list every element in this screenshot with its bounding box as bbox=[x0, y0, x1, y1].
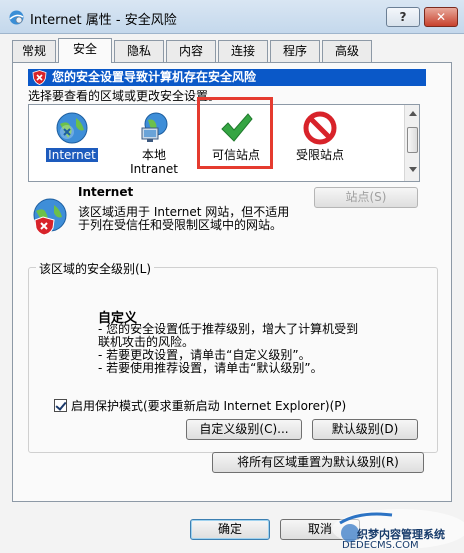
tab-advanced[interactable]: 高级 bbox=[322, 40, 372, 62]
sites-button[interactable]: 站点(S) bbox=[314, 187, 418, 208]
zone-local-label: 本地 bbox=[141, 148, 166, 162]
protected-mode-row[interactable]: 启用保护模式(要求重新启动 Internet Explorer)(P) bbox=[54, 397, 346, 414]
protected-mode-label: 启用保护模式(要求重新启动 Internet Explorer)(P) bbox=[71, 399, 347, 413]
zone-local-intranet[interactable]: 本地 Intranet bbox=[114, 108, 194, 180]
zone-list-scrollbar[interactable] bbox=[404, 105, 419, 181]
window-title: Internet 属性 - 安全风险 bbox=[30, 13, 177, 28]
level-line-4: - 若要使用推荐设置，请单击“默认级别”。 bbox=[98, 361, 323, 375]
custom-level-button[interactable]: 自定义级别(C)... bbox=[186, 419, 302, 440]
tab-security[interactable]: 安全 bbox=[58, 38, 112, 63]
tab-content[interactable]: 内容 bbox=[166, 40, 216, 62]
zone-internet[interactable]: Internet bbox=[32, 108, 112, 180]
tab-connections[interactable]: 连接 bbox=[218, 40, 268, 62]
security-level-description: - 您的安全设置低于推荐级别，增大了计算机受到 联机攻击的风险。 - 若要更改设… bbox=[98, 323, 418, 375]
scroll-up-icon[interactable] bbox=[409, 111, 417, 116]
internet-zone-warning-icon bbox=[33, 198, 67, 236]
zone-intranet-label: Intranet bbox=[130, 162, 178, 176]
protected-mode-checkbox[interactable] bbox=[54, 399, 67, 412]
ie-globe-icon bbox=[9, 10, 24, 25]
scroll-thumb[interactable] bbox=[407, 127, 418, 153]
zone-info-description: 该区域适用于 Internet 网站，但不适用于列在受信任和受限制区域中的网站。 bbox=[78, 205, 290, 232]
zone-select-prompt: 选择要查看的区域或更改安全设置。 bbox=[28, 89, 221, 103]
tab-general[interactable]: 常规 bbox=[12, 40, 56, 62]
close-button[interactable]: ✕ bbox=[424, 7, 458, 27]
prohibited-icon bbox=[303, 111, 337, 145]
zone-internet-label: Internet bbox=[46, 148, 98, 162]
zone-info-title: Internet bbox=[78, 185, 134, 199]
title-bar: Internet 属性 - 安全风险 ? ✕ bbox=[0, 0, 464, 34]
trusted-sites-highlight-box bbox=[197, 97, 273, 169]
default-level-button[interactable]: 默认级别(D) bbox=[312, 419, 418, 440]
watermark-domain: DEDECMS.COM bbox=[342, 540, 419, 551]
internet-zone-globe-icon bbox=[56, 112, 88, 144]
scroll-down-icon[interactable] bbox=[409, 167, 417, 172]
zone-restricted-label: 受限站点 bbox=[295, 148, 344, 162]
reset-all-zones-button[interactable]: 将所有区域重置为默认级别(R) bbox=[212, 452, 424, 473]
tab-privacy[interactable]: 隐私 bbox=[114, 40, 164, 62]
help-button[interactable]: ? bbox=[386, 7, 420, 27]
security-level-group-title: 该区域的安全级别(L) bbox=[36, 260, 155, 277]
tab-programs[interactable]: 程序 bbox=[270, 40, 320, 62]
shield-warning-icon bbox=[32, 70, 47, 85]
ok-button[interactable]: 确定 bbox=[190, 519, 270, 540]
security-warning-bar: 您的安全设置导致计算机存在安全风险 bbox=[28, 69, 426, 86]
local-intranet-icon bbox=[141, 112, 168, 142]
zone-restricted-sites[interactable]: 受限站点 bbox=[280, 108, 360, 180]
